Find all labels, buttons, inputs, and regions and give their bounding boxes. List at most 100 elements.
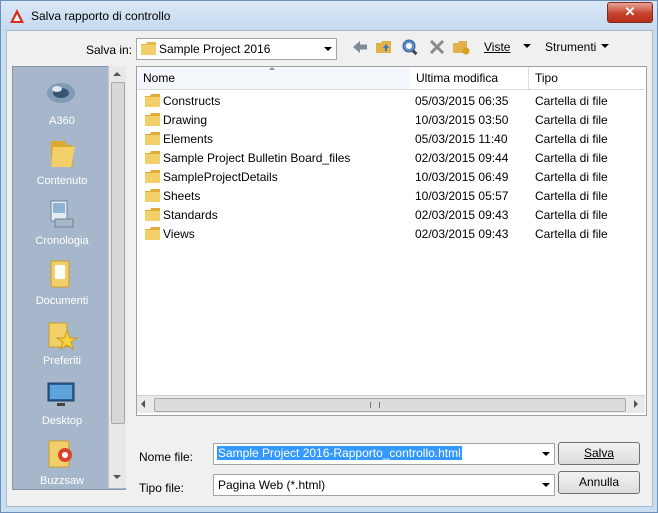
filetype-select[interactable]: Pagina Web (*.html) xyxy=(213,474,555,496)
views-label: Viste xyxy=(484,40,511,54)
folder-icon xyxy=(145,189,160,202)
column-type-label: Tipo xyxy=(535,71,558,85)
chevron-down-icon[interactable] xyxy=(537,475,554,495)
file-modified: 10/03/2015 06:49 xyxy=(415,170,509,184)
filename-label: Nome file: xyxy=(139,450,194,464)
file-name: Sample Project Bulletin Board_files xyxy=(163,151,351,165)
file-name: Sheets xyxy=(163,189,201,203)
file-modified: 05/03/2015 06:35 xyxy=(415,94,509,108)
place-buzzsaw[interactable]: Buzzsaw xyxy=(13,437,113,497)
filetype-label: Tipo file: xyxy=(139,481,184,495)
up-folder-icon[interactable] xyxy=(375,38,393,56)
cancel-button-label: Annulla xyxy=(578,475,620,489)
save-in-value: Sample Project 2016 xyxy=(159,42,271,56)
folder-icon xyxy=(145,227,160,240)
history-icon xyxy=(50,200,74,228)
scroll-thumb[interactable] xyxy=(154,398,626,412)
file-type: Cartella di file xyxy=(535,189,608,203)
file-type: Cartella di file xyxy=(535,113,608,127)
scroll-right-icon[interactable] xyxy=(634,400,638,408)
file-type: Cartella di file xyxy=(535,227,608,241)
place-label: Preferiti xyxy=(43,355,81,367)
tools-menu[interactable]: Strumenti xyxy=(545,40,596,54)
filename-input[interactable]: Sample Project 2016-Rapporto_controllo.h… xyxy=(213,443,555,465)
cancel-button[interactable]: Annulla xyxy=(558,471,640,494)
tools-label: Strumenti xyxy=(545,40,597,54)
column-header-name[interactable]: Nome xyxy=(137,67,411,90)
file-name: Constructs xyxy=(163,94,221,108)
file-type: Cartella di file xyxy=(535,151,608,165)
file-name: Drawing xyxy=(163,113,208,127)
scroll-left-icon[interactable] xyxy=(141,400,145,408)
place-documents[interactable]: Documenti xyxy=(13,257,113,317)
content-folder-icon xyxy=(51,141,75,167)
autocad-app-icon xyxy=(10,9,24,23)
new-folder-icon[interactable] xyxy=(452,38,470,56)
filename-value: Sample Project 2016-Rapporto_controllo.h… xyxy=(217,446,462,460)
place-history[interactable]: Cronologia xyxy=(13,197,113,257)
file-modified: 10/03/2015 05:57 xyxy=(415,189,509,203)
back-arrow-icon[interactable] xyxy=(351,38,369,56)
file-type: Cartella di file xyxy=(535,208,608,222)
column-modified-label: Ultima modifica xyxy=(416,71,499,85)
desktop-icon xyxy=(47,382,75,406)
title-bar: Salva rapporto di controllo ✕ xyxy=(1,1,657,31)
views-dropdown-icon[interactable] xyxy=(522,41,532,51)
folder-icon xyxy=(141,42,156,55)
sort-ascending-icon xyxy=(269,67,275,70)
file-name: Elements xyxy=(163,132,214,146)
file-name: Standards xyxy=(163,208,218,222)
folder-icon xyxy=(145,170,160,183)
folder-icon xyxy=(145,132,160,145)
folder-icon xyxy=(145,151,160,164)
place-label: Buzzsaw xyxy=(39,475,85,487)
place-favorites[interactable]: Preferiti xyxy=(13,317,113,377)
buzzsaw-icon xyxy=(48,440,72,468)
window-title: Salva rapporto di controllo xyxy=(31,9,171,23)
file-type: Cartella di file xyxy=(535,170,608,184)
file-modified: 02/03/2015 09:44 xyxy=(415,151,509,165)
column-name-label: Nome xyxy=(143,71,176,85)
column-header-type[interactable]: Tipo xyxy=(529,67,645,90)
a360-icon xyxy=(47,83,75,103)
column-header-modified[interactable]: Ultima modifica xyxy=(410,67,529,90)
horizontal-scrollbar[interactable] xyxy=(137,395,645,413)
file-type: Cartella di file xyxy=(535,132,608,146)
place-content[interactable]: Contenuto xyxy=(13,137,113,197)
folder-icon xyxy=(145,113,160,126)
favorites-icon xyxy=(48,322,79,351)
folder-icon xyxy=(145,208,160,221)
file-type: Cartella di file xyxy=(535,94,608,108)
delete-icon[interactable] xyxy=(428,38,446,56)
file-list: Nome Ultima modifica Tipo Constructs 05/… xyxy=(136,66,647,416)
search-web-icon[interactable] xyxy=(401,38,419,56)
documents-icon xyxy=(50,260,70,288)
file-name: Views xyxy=(163,227,195,241)
filetype-value: Pagina Web (*.html) xyxy=(218,478,326,492)
file-modified: 10/03/2015 03:50 xyxy=(415,113,509,127)
places-scrollbar[interactable] xyxy=(108,66,126,488)
save-in-combo[interactable]: Sample Project 2016 xyxy=(136,38,337,60)
chevron-down-icon[interactable] xyxy=(319,39,336,59)
views-menu[interactable]: Viste xyxy=(484,40,510,54)
save-button[interactable]: Salva xyxy=(558,442,640,465)
place-a360[interactable]: A360 xyxy=(13,77,113,137)
place-label: Cronologia xyxy=(35,235,89,247)
scroll-up-icon[interactable] xyxy=(111,68,123,80)
scroll-thumb[interactable] xyxy=(111,82,125,424)
place-label: Contenuto xyxy=(36,175,88,187)
place-label: Desktop xyxy=(41,415,83,427)
file-name: SampleProjectDetails xyxy=(163,170,278,184)
place-desktop[interactable]: Desktop xyxy=(13,377,113,437)
save-in-label: Salva in: xyxy=(86,43,133,57)
tools-dropdown-icon[interactable] xyxy=(600,41,610,51)
scroll-down-icon[interactable] xyxy=(111,471,123,483)
file-modified: 05/03/2015 11:40 xyxy=(415,132,508,146)
close-button[interactable]: ✕ xyxy=(607,2,653,23)
file-modified: 02/03/2015 09:43 xyxy=(415,208,509,222)
chevron-down-icon[interactable] xyxy=(537,444,554,464)
place-label: A360 xyxy=(49,115,75,127)
place-label: Documenti xyxy=(35,295,89,307)
save-button-label: Salva xyxy=(583,446,615,460)
grip-icon xyxy=(370,402,380,408)
